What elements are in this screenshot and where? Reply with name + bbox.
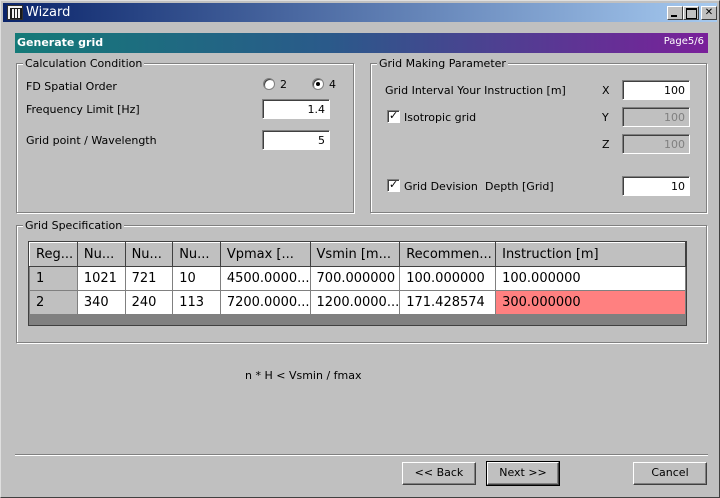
table-header-row: Reg... Nu... Nu... Nu... Vpmax [... Vsmi…: [29, 242, 686, 267]
wavelength-label: Grid point / Wavelength: [26, 134, 157, 147]
z-label: Z: [602, 138, 610, 151]
isotropic-grid-checkbox[interactable]: [387, 109, 400, 123]
column-header[interactable]: Nu...: [172, 242, 221, 267]
table-row[interactable]: 1 1021 721 10 4500.0000... 700.000000 10…: [29, 266, 686, 291]
fd-order-radio-2[interactable]: [263, 78, 275, 90]
depth-input[interactable]: 10: [622, 176, 690, 196]
divider-highlight: [15, 455, 708, 456]
frequency-limit-input[interactable]: 1.4: [262, 99, 330, 119]
grid-specification-table[interactable]: Reg... Nu... Nu... Nu... Vpmax [... Vsmi…: [28, 241, 687, 326]
frequency-limit-label: Frequency Limit [Hz]: [26, 103, 140, 116]
column-header[interactable]: Nu...: [124, 242, 174, 267]
fd-order-option-4: 4: [329, 78, 336, 91]
isotropic-grid-label: Isotropic grid: [404, 111, 477, 124]
table-cell[interactable]: 113: [172, 290, 221, 315]
fd-order-label: FD Spatial Order: [26, 80, 117, 93]
grid-division-label: Grid Devision: [404, 180, 478, 193]
z-interval-input[interactable]: 100: [622, 134, 690, 154]
wizard-window: Wizard Generate grid Page5/6 Calculation…: [0, 0, 720, 498]
y-label: Y: [602, 111, 609, 124]
fd-order-option-2: 2: [280, 78, 287, 91]
table-cell[interactable]: 240: [124, 290, 174, 315]
column-header[interactable]: Vsmin [m...: [309, 242, 401, 267]
table-cell[interactable]: 700.000000: [309, 266, 401, 291]
next-button[interactable]: Next >>: [486, 461, 560, 486]
page-title: Generate grid: [17, 36, 104, 49]
grid-division-checkbox[interactable]: [387, 178, 400, 192]
page-indicator: Page5/6: [663, 36, 704, 47]
table-cell[interactable]: 1200.0000...: [309, 290, 401, 315]
column-header[interactable]: Recommen...: [399, 242, 497, 267]
grid-making-parameter-group: Grid Making Parameter Grid Interval Your…: [370, 57, 707, 213]
close-button[interactable]: [701, 6, 717, 20]
cancel-button[interactable]: Cancel: [633, 462, 707, 485]
page-header: Generate grid Page5/6: [15, 33, 708, 53]
table-cell[interactable]: 171.428574: [399, 290, 497, 315]
column-header[interactable]: Reg...: [29, 242, 78, 267]
maximize-button[interactable]: [683, 6, 699, 20]
column-header[interactable]: Nu...: [76, 242, 126, 267]
fd-order-radio-4[interactable]: [312, 78, 324, 90]
table-cell[interactable]: 2: [29, 290, 78, 315]
calculation-condition-group: Calculation Condition FD Spatial Order 2…: [16, 57, 354, 213]
table-cell[interactable]: 1021: [76, 266, 126, 291]
x-label: X: [602, 84, 610, 97]
column-header[interactable]: Vpmax [...: [219, 242, 311, 267]
table-cell[interactable]: 1: [29, 266, 78, 291]
y-interval-input[interactable]: 100: [622, 107, 690, 127]
table-cell-highlighted[interactable]: 300.000000: [495, 290, 686, 315]
table-cell[interactable]: 4500.0000...: [219, 266, 311, 291]
table-cell[interactable]: 100.000000: [495, 266, 686, 291]
table-cell[interactable]: 721: [124, 266, 174, 291]
back-button[interactable]: << Back: [402, 462, 476, 485]
table-cell[interactable]: 100.000000: [399, 266, 497, 291]
grid-interval-label: Grid Interval Your Instruction [m]: [385, 84, 566, 97]
wavelength-input[interactable]: 5: [262, 130, 330, 150]
column-header[interactable]: Instruction [m]: [495, 242, 686, 267]
table-cell[interactable]: 7200.0000...: [219, 290, 311, 315]
table-cell[interactable]: 10: [172, 266, 221, 291]
x-interval-input[interactable]: 100: [622, 80, 690, 100]
app-icon: [7, 5, 23, 20]
grid-specification-title: Grid Specification: [23, 219, 125, 232]
formula-note: n * H < Vsmin / fmax: [245, 369, 362, 382]
minimize-button[interactable]: [667, 6, 683, 20]
title-bar[interactable]: Wizard: [3, 3, 717, 22]
table-row[interactable]: 2 340 240 113 7200.0000... 1200.0000... …: [29, 290, 686, 315]
table-cell[interactable]: 340: [76, 290, 126, 315]
depth-label: Depth [Grid]: [485, 180, 554, 193]
window-title: Wizard: [26, 5, 71, 20]
grid-making-parameter-title: Grid Making Parameter: [377, 57, 508, 70]
calculation-condition-title: Calculation Condition: [23, 57, 145, 70]
